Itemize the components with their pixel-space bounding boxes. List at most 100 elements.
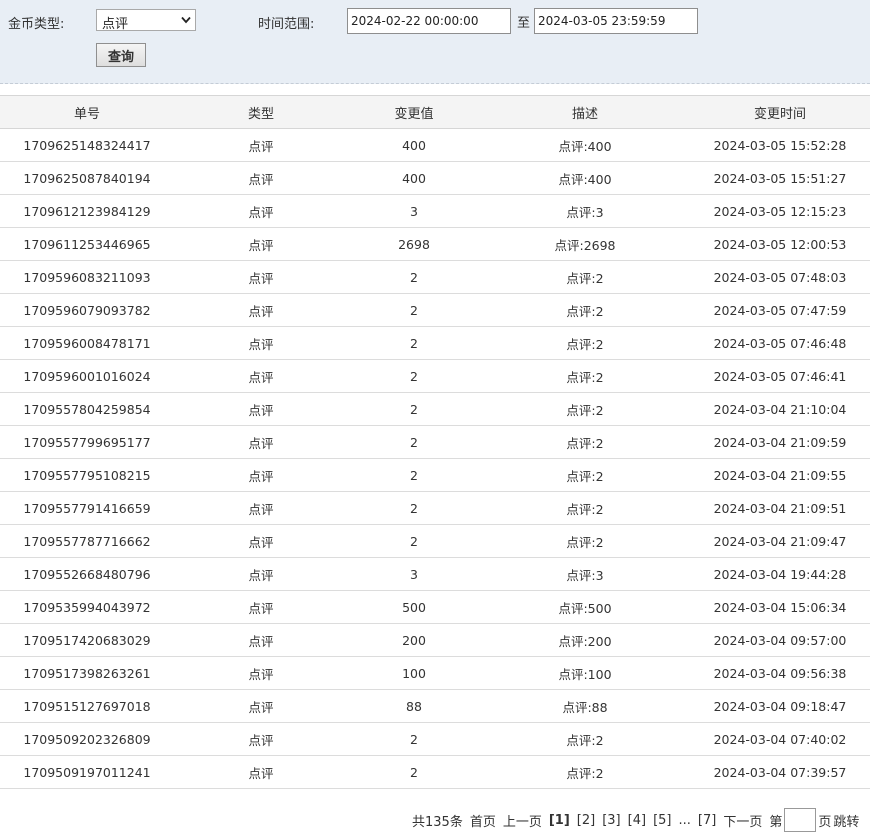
table-row: 1709535994043972 点评 500 点评:500 2024-03-04 15… <box>0 590 870 624</box>
type-cell: 点评 <box>174 326 348 360</box>
type-cell: 点评 <box>174 392 348 426</box>
table-row: 1709612123984129 点评 3 点评:3 2024-03-05 12:15:… <box>0 194 870 228</box>
order-no-cell: 1709552668480796 <box>0 557 174 591</box>
description-cell: 点评:3 <box>480 557 690 591</box>
type-cell: 点评 <box>174 524 348 558</box>
chevron-down-icon <box>181 16 191 24</box>
start-time-input[interactable] <box>347 8 511 34</box>
jump-button[interactable]: 跳转 <box>833 811 859 830</box>
change-value-cell: 2 <box>348 491 480 525</box>
change-time-cell: 2024-03-05 12:15:23 <box>690 194 870 228</box>
change-value-cell: 200 <box>348 623 480 657</box>
jump-suffix: 页 <box>818 814 832 830</box>
description-cell: 点评:400 <box>480 128 690 162</box>
table-row: 1709515127697018 点评 88 点评:88 2024-03-04 09:1… <box>0 689 870 723</box>
change-time-cell: 2024-03-05 07:46:41 <box>690 359 870 393</box>
table-row: 1709552668480796 点评 3 点评:3 2024-03-04 19:44:… <box>0 557 870 591</box>
description-cell: 点评:200 <box>480 623 690 657</box>
coin-type-value: 点评 <box>102 17 129 32</box>
type-cell: 点评 <box>174 590 348 624</box>
table-row: 1709517420683029 点评 200 点评:200 2024-03-04 09… <box>0 623 870 657</box>
order-no-cell: 1709557804259854 <box>0 392 174 426</box>
change-value-cell: 2 <box>348 458 480 492</box>
change-time-cell: 2024-03-04 21:09:59 <box>690 425 870 459</box>
page-link-4[interactable]: [4] <box>628 813 646 828</box>
table-row: 1709596083211093 点评 2 点评:2 2024-03-05 07:48:… <box>0 260 870 294</box>
table-row: 1709509202326809 点评 2 点评:2 2024-03-04 07:40:… <box>0 722 870 756</box>
page-link-5[interactable]: [5] <box>653 813 671 828</box>
next-page-link[interactable]: 下一页 <box>723 811 762 830</box>
order-no-cell: 1709612123984129 <box>0 194 174 228</box>
type-cell: 点评 <box>174 194 348 228</box>
type-cell: 点评 <box>174 128 348 162</box>
type-cell: 点评 <box>174 755 348 789</box>
change-value-cell: 2 <box>348 260 480 294</box>
change-time-cell: 2024-03-04 21:10:04 <box>690 392 870 426</box>
order-no-cell: 1709625148324417 <box>0 128 174 162</box>
description-cell: 点评:2 <box>480 524 690 558</box>
filter-panel: 金币类型: 点评 时间范围: 至 查询 <box>0 0 870 84</box>
column-header-change-time: 变更时间 <box>690 95 870 129</box>
change-time-cell: 2024-03-05 15:51:27 <box>690 161 870 195</box>
type-cell: 点评 <box>174 458 348 492</box>
change-time-cell: 2024-03-04 21:09:51 <box>690 491 870 525</box>
page-link-2[interactable]: [2] <box>577 813 595 828</box>
type-cell: 点评 <box>174 722 348 756</box>
table-row: 1709625087840194 点评 400 点评:400 2024-03-05 15… <box>0 161 870 195</box>
change-time-cell: 2024-03-04 15:06:34 <box>690 590 870 624</box>
column-header-type: 类型 <box>174 95 348 129</box>
type-cell: 点评 <box>174 359 348 393</box>
type-cell: 点评 <box>174 260 348 294</box>
change-time-cell: 2024-03-05 15:52:28 <box>690 128 870 162</box>
change-value-cell: 2 <box>348 359 480 393</box>
prev-page-link[interactable]: 上一页 <box>503 811 542 830</box>
table-row: 1709611253446965 点评 2698 点评:2698 2024-03-05 … <box>0 227 870 261</box>
coin-type-label: 金币类型: <box>8 17 65 32</box>
order-no-cell: 1709596008478171 <box>0 326 174 360</box>
type-cell: 点评 <box>174 161 348 195</box>
description-cell: 点评:2 <box>480 326 690 360</box>
description-cell: 点评:500 <box>480 590 690 624</box>
query-button[interactable]: 查询 <box>96 43 146 67</box>
page-link-7[interactable]: [7] <box>698 813 716 828</box>
description-cell: 点评:2698 <box>480 227 690 261</box>
change-value-cell: 2 <box>348 524 480 558</box>
column-header-change-value: 变更值 <box>348 95 480 129</box>
table-header-row: 单号 类型 变更值 描述 变更时间 <box>0 95 870 129</box>
description-cell: 点评:2 <box>480 392 690 426</box>
description-cell: 点评:2 <box>480 755 690 789</box>
change-value-cell: 400 <box>348 128 480 162</box>
change-time-cell: 2024-03-04 09:56:38 <box>690 656 870 690</box>
order-no-cell: 1709557799695177 <box>0 425 174 459</box>
description-cell: 点评:2 <box>480 425 690 459</box>
end-time-input[interactable] <box>534 8 698 34</box>
change-value-cell: 100 <box>348 656 480 690</box>
change-time-cell: 2024-03-04 21:09:47 <box>690 524 870 558</box>
type-cell: 点评 <box>174 293 348 327</box>
table-row: 1709509197011241 点评 2 点评:2 2024-03-04 07:39:… <box>0 755 870 789</box>
change-value-cell: 2 <box>348 326 480 360</box>
type-cell: 点评 <box>174 656 348 690</box>
time-range-label: 时间范围: <box>258 17 315 32</box>
coin-type-select[interactable]: 点评 <box>96 9 196 32</box>
total-count: 共135条 <box>412 814 463 830</box>
description-cell: 点评:88 <box>480 689 690 723</box>
pagination: 共135条 首页 上一页 [1] [2] [3] [4] [5] ... [7]… <box>412 806 866 834</box>
order-no-cell: 1709517398263261 <box>0 656 174 690</box>
type-cell: 点评 <box>174 623 348 657</box>
order-no-cell: 1709509202326809 <box>0 722 174 756</box>
description-cell: 点评:2 <box>480 359 690 393</box>
table-row: 1709557804259854 点评 2 点评:2 2024-03-04 21:10:… <box>0 392 870 426</box>
description-cell: 点评:100 <box>480 656 690 690</box>
type-cell: 点评 <box>174 689 348 723</box>
change-value-cell: 2 <box>348 755 480 789</box>
table-row: 1709557787716662 点评 2 点评:2 2024-03-04 21:09:… <box>0 524 870 558</box>
change-time-cell: 2024-03-04 07:39:57 <box>690 755 870 789</box>
first-page-link[interactable]: 首页 <box>470 811 496 830</box>
change-time-cell: 2024-03-04 19:44:28 <box>690 557 870 591</box>
description-cell: 点评:2 <box>480 458 690 492</box>
type-cell: 点评 <box>174 227 348 261</box>
page-link-3[interactable]: [3] <box>602 813 620 828</box>
table-row: 1709596079093782 点评 2 点评:2 2024-03-05 07:47:… <box>0 293 870 327</box>
jump-page-input[interactable] <box>784 808 817 832</box>
